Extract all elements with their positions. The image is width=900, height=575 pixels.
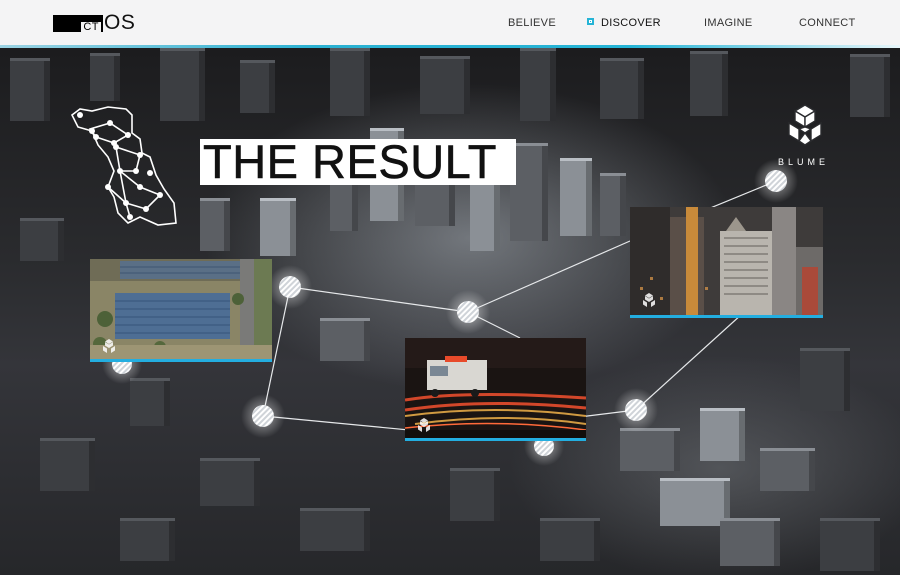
city-skyline-photo [630,207,823,315]
ambulance-photo [405,338,586,438]
node-icon[interactable] [457,301,479,323]
solar-farm-photo [90,259,272,359]
node-icon[interactable] [279,276,301,298]
node-icon[interactable] [765,170,787,192]
hexagon-icon [643,293,655,307]
node-icon[interactable] [625,399,647,421]
card-solar-farm[interactable] [90,259,272,362]
blume-logo-icon[interactable] [783,103,827,147]
card-city-skyline[interactable] [630,207,823,318]
page-title: THE RESULT [203,135,497,189]
card-ambulance[interactable] [405,338,586,441]
node-icon[interactable] [252,405,274,427]
blume-brand-text: BLUME [778,157,830,167]
hexagon-icon [103,339,115,353]
chicago-map-icon [70,106,177,226]
hexagon-icon [418,418,430,432]
